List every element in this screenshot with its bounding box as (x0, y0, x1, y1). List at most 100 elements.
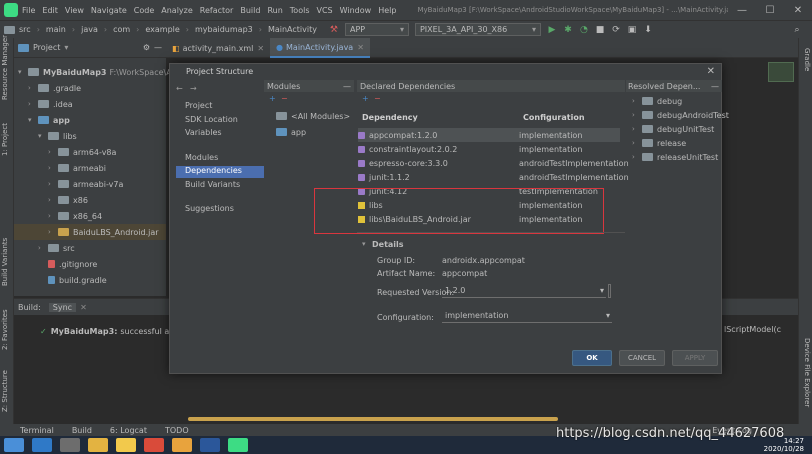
menu-analyze[interactable]: Analyze (161, 6, 193, 15)
sdk-manager-icon[interactable]: ⬇ (643, 25, 653, 35)
chrome-icon[interactable] (144, 438, 164, 452)
tab-favorites[interactable]: 2: Favorites (1, 309, 9, 350)
avd-manager-icon[interactable]: ▣ (627, 25, 637, 35)
android-studio-icon[interactable] (228, 438, 248, 452)
horizontal-scrollbar[interactable] (188, 417, 558, 421)
app-icon[interactable] (172, 438, 192, 452)
tree-item-app[interactable]: ▾ app (28, 112, 70, 128)
menu-code[interactable]: Code (134, 6, 154, 15)
profile-icon[interactable]: ◔ (579, 25, 589, 35)
chevron-down-icon[interactable]: ▾ (64, 43, 68, 52)
run-config-select[interactable]: APP ▾ (344, 23, 409, 36)
forward-arrow-icon[interactable]: → (190, 84, 197, 93)
word-icon[interactable] (200, 438, 220, 452)
dependency-row[interactable]: junit:1.1.2 androidTestImplementation (358, 170, 629, 184)
close-tab-icon[interactable]: ✕ (257, 44, 264, 53)
tree-item-x86[interactable]: › x86 (48, 192, 88, 208)
tree-item-libs[interactable]: ▾ libs (38, 128, 77, 144)
tree-item-arm64[interactable]: › arm64-v8a (48, 144, 116, 160)
tab-structure[interactable]: Z: Structure (1, 370, 9, 412)
debug-icon[interactable]: ✱ (563, 25, 573, 35)
resolved-item-debug-android-test[interactable]: › debugAndroidTest (632, 108, 729, 122)
start-icon[interactable] (4, 438, 24, 452)
add-module-icon[interactable]: + (269, 94, 276, 103)
tab-logcat[interactable]: 6: Logcat (110, 426, 147, 435)
column-dependency[interactable]: Dependency (362, 113, 418, 122)
breadcrumb-package[interactable]: mybaidumap3 (195, 25, 253, 34)
apply-button[interactable]: APPLY (672, 350, 718, 366)
tab-todo[interactable]: TODO (165, 426, 189, 435)
tab-build-variants[interactable]: Build Variants (1, 238, 9, 286)
search-icon[interactable]: ⌕ (792, 25, 802, 35)
tree-item-armeabi[interactable]: › armeabi (48, 160, 106, 176)
tree-item-idea[interactable]: › .idea (28, 96, 73, 112)
nav-build-variants[interactable]: Build Variants (185, 180, 240, 192)
menu-window[interactable]: Window (340, 6, 372, 15)
dependency-row[interactable]: espresso-core:3.3.0 androidTestImplement… (358, 156, 629, 170)
tab-project[interactable]: 1: Project (1, 123, 9, 156)
tree-item-src[interactable]: › src (38, 240, 75, 256)
requested-version-select[interactable]: 1.2.0 ▾ (442, 284, 606, 298)
tree-item-baidu-jar[interactable]: › BaiduLBS_Android.jar (14, 224, 166, 240)
maximize-icon[interactable]: ☐ (756, 5, 784, 16)
close-tab-icon[interactable]: ✕ (80, 303, 87, 312)
resolved-item-debug-unit-test[interactable]: › debugUnitTest (632, 122, 714, 136)
dependency-row[interactable]: appcompat:1.2.0 implementation (358, 128, 620, 142)
menu-navigate[interactable]: Navigate (91, 6, 127, 15)
tree-item-build-gradle[interactable]: build.gradle (48, 272, 107, 288)
stop-icon[interactable]: ■ (595, 25, 605, 35)
menu-build[interactable]: Build (240, 6, 260, 15)
tab-resource-manager[interactable]: Resource Manager (1, 35, 9, 100)
breadcrumb-class[interactable]: MainActivity (268, 25, 317, 34)
nav-suggestions[interactable]: Suggestions (185, 204, 234, 216)
close-icon[interactable]: ✕ (707, 66, 715, 77)
remove-dependency-icon[interactable]: − (374, 94, 381, 103)
menu-tools[interactable]: Tools (290, 6, 310, 15)
module-app[interactable]: app (276, 124, 306, 140)
breadcrumb-main[interactable]: main (46, 25, 66, 34)
sync-result[interactable]: ✓ MyBaiduMap3: successful at 676 (40, 323, 190, 339)
tree-item-gitignore[interactable]: .gitignore (48, 256, 97, 272)
version-scroll-handle[interactable] (608, 284, 611, 298)
tree-root[interactable]: ▾ MyBaiduMap3 F:\WorkSpace\Andro (18, 64, 190, 80)
resolved-item-release-unit-test[interactable]: › releaseUnitTest (632, 150, 718, 164)
tab-terminal[interactable]: Terminal (20, 426, 54, 435)
hide-panel-icon[interactable]: — (154, 43, 162, 52)
explorer-icon[interactable] (88, 438, 108, 452)
remove-module-icon[interactable]: − (281, 94, 288, 103)
breadcrumb-example[interactable]: example (145, 25, 179, 34)
menu-file[interactable]: File (22, 6, 35, 15)
ok-button[interactable]: OK (572, 350, 612, 366)
tree-item-gradle[interactable]: › .gradle (28, 80, 81, 96)
menu-refactor[interactable]: Refactor (200, 6, 234, 15)
menu-vcs[interactable]: VCS (317, 6, 333, 15)
nav-dependencies[interactable]: Dependencies (176, 166, 264, 178)
resolved-item-release[interactable]: › release (632, 136, 686, 150)
tree-item-x86-64[interactable]: › x86_64 (48, 208, 102, 224)
gear-icon[interactable]: ⚙ (143, 43, 150, 52)
tab-activity-main[interactable]: ◧ activity_main.xml ✕ (166, 38, 270, 58)
nav-project[interactable]: Project (185, 101, 212, 113)
breadcrumb-com[interactable]: com (113, 25, 130, 34)
nav-variables[interactable]: Variables (185, 128, 222, 140)
module-all[interactable]: <All Modules> (276, 108, 350, 124)
tree-item-armeabi-v7a[interactable]: › armeabi-v7a (48, 176, 123, 192)
nav-modules[interactable]: Modules (185, 153, 218, 165)
close-tab-icon[interactable]: ✕ (357, 43, 364, 52)
edge-icon[interactable] (32, 438, 52, 452)
menu-help[interactable]: Help (378, 6, 396, 15)
back-arrow-icon[interactable]: ← (176, 84, 183, 93)
add-dependency-icon[interactable]: + (362, 94, 369, 103)
menu-view[interactable]: View (65, 6, 84, 15)
sticky-notes-icon[interactable] (116, 438, 136, 452)
project-view-select[interactable]: Project (33, 43, 60, 52)
device-select[interactable]: PIXEL_3A_API_30_X86 ▾ (414, 23, 541, 36)
resolved-item-debug[interactable]: › debug (632, 94, 682, 108)
menu-run[interactable]: Run (267, 6, 282, 15)
nav-sdk-location[interactable]: SDK Location (185, 115, 238, 127)
tab-main-activity[interactable]: ● MainActivity.java ✕ (270, 38, 370, 58)
dependency-row[interactable]: constraintlayout:2.0.2 implementation (358, 142, 620, 156)
details-toggle[interactable]: ▾ Details (362, 236, 404, 252)
breadcrumb-java[interactable]: java (81, 25, 98, 34)
configuration-select[interactable]: implementation ▾ (442, 309, 612, 323)
